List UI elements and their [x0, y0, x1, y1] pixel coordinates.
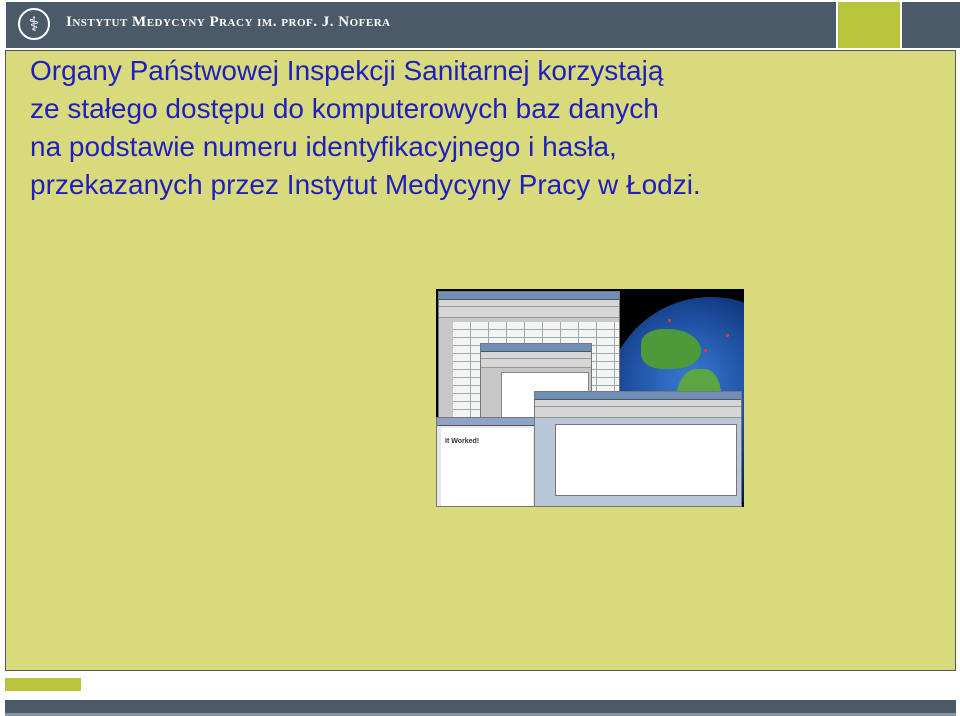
heading-line-2: ze stałego dostępu do komputerowych baz … [30, 93, 659, 124]
window-titlebar [481, 344, 591, 352]
globe-landmass [641, 329, 701, 369]
heading-line-3: na podstawie numeru identyfikacyjnego i … [30, 131, 617, 162]
footer-accent [5, 678, 81, 691]
globe-marker [726, 334, 729, 337]
word-processor-window [534, 391, 742, 507]
window-titlebar [439, 292, 619, 300]
window-menubar [439, 300, 619, 307]
heading-line-1: Organy Państwowej Inspekcji Sanitarnej k… [30, 55, 664, 86]
window-titlebar [535, 392, 741, 400]
institute-name: Instytut Medycyny Pracy im. prof. J. Nof… [66, 14, 391, 30]
heading-line-4: przekazanych przez Instytut Medycyny Pra… [30, 169, 701, 200]
header-accent-band [838, 2, 900, 48]
window-titlebar [437, 418, 535, 426]
header-bar: ⚕ Instytut Medycyny Pracy im. prof. J. N… [0, 0, 960, 50]
caduceus-icon: ⚕ [18, 8, 50, 40]
window-menubar [481, 352, 591, 359]
globe-marker [668, 319, 671, 322]
software-screenshot-image: It Worked! [436, 289, 744, 507]
window-menubar [535, 400, 741, 407]
document-page [555, 424, 737, 496]
window-toolbar [535, 407, 741, 418]
window-toolbar [439, 307, 619, 318]
slide-heading: Organy Państwowej Inspekcji Sanitarnej k… [30, 52, 910, 204]
globe-marker [704, 349, 707, 352]
header-tail-band [902, 2, 960, 48]
window-toolbar [481, 359, 591, 368]
browser-window: It Worked! [436, 417, 536, 507]
footer-bar [5, 700, 956, 713]
browser-page-title: It Worked! [445, 438, 480, 445]
